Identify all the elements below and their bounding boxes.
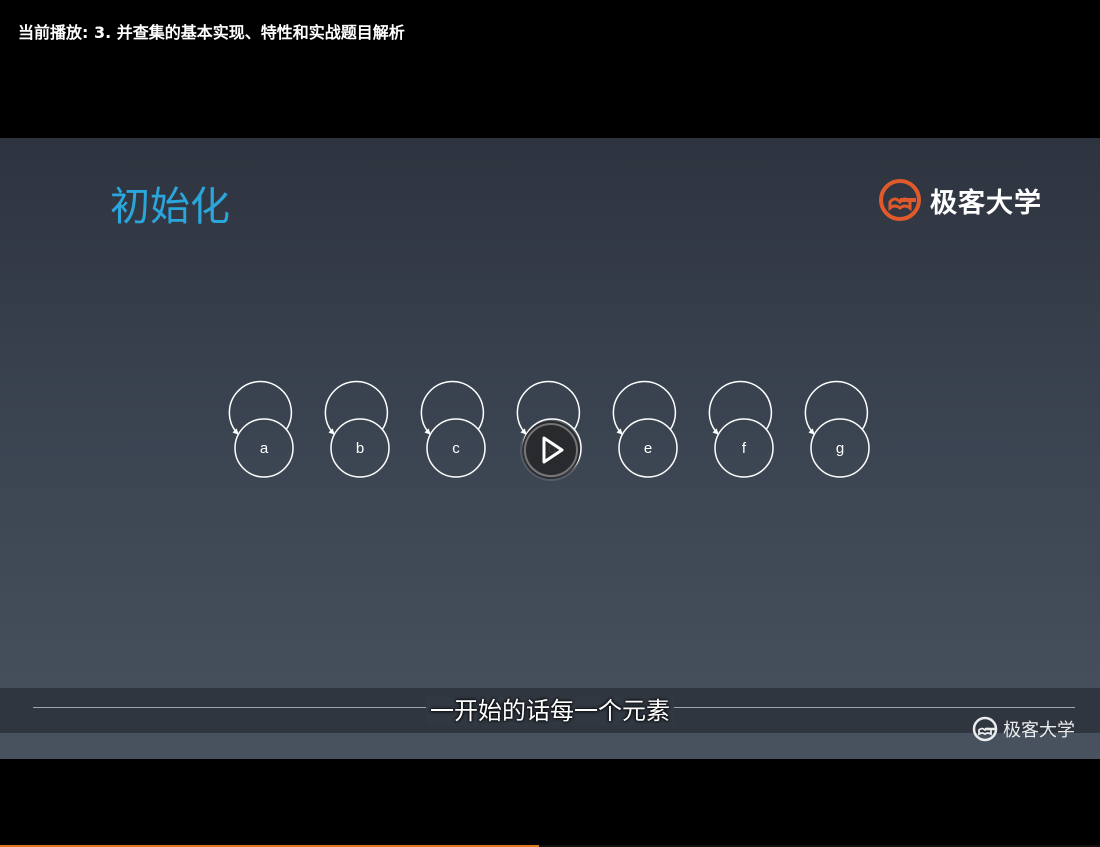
play-icon [524, 423, 578, 477]
node-c: c [420, 380, 486, 478]
now-playing-title: 当前播放: 3. 并查集的基本实现、特性和实战题目解析 [18, 23, 405, 42]
video-frame[interactable]: 初始化 极客大学 abcdefg [0, 138, 1100, 759]
video-player: 当前播放: 3. 并查集的基本实现、特性和实战题目解析 初始化 极客大学 abc… [0, 0, 1100, 847]
node-b: b [324, 380, 390, 478]
subtitle: 一开始的话每一个元素 [0, 694, 1100, 728]
node-label: f [742, 440, 747, 457]
node-label: e [644, 440, 652, 457]
watermark: 极客大学 [972, 716, 1075, 742]
node-e: e [612, 380, 678, 478]
node-label: b [356, 440, 364, 457]
watermark-logo-icon [972, 716, 998, 742]
node-a: a [228, 380, 294, 478]
node-label: g [836, 440, 844, 457]
subtitle-text: 一开始的话每一个元素 [426, 697, 674, 725]
node-label: a [260, 440, 269, 457]
watermark-text: 极客大学 [1003, 720, 1075, 741]
node-f: f [708, 380, 774, 478]
node-g: g [804, 380, 870, 478]
node-label: c [452, 440, 460, 457]
play-button[interactable] [522, 421, 580, 479]
